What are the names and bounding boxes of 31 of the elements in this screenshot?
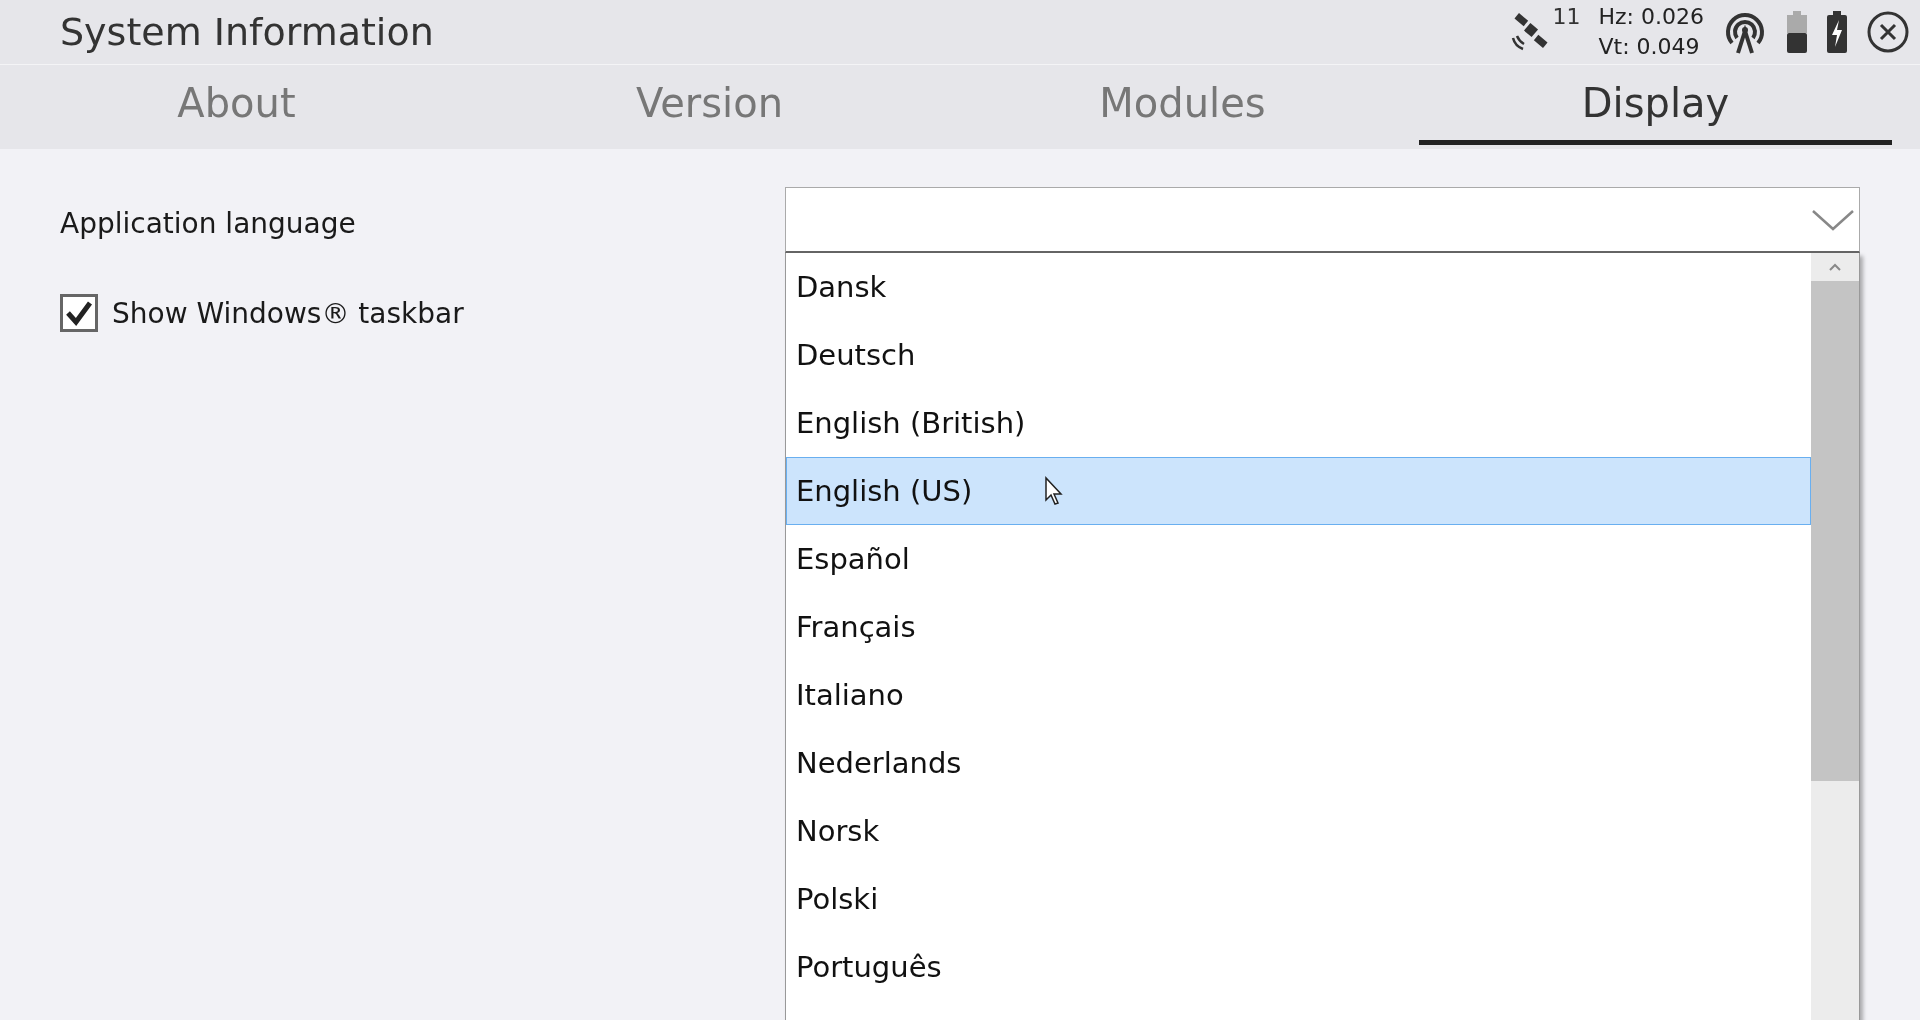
battery-charging-icon <box>1826 11 1848 53</box>
language-label: Application language <box>60 207 357 240</box>
dropdown-option[interactable]: Nederlands <box>786 729 1811 797</box>
satellite-count: 11 <box>1552 4 1581 29</box>
tab[interactable]: About <box>0 65 473 145</box>
dropdown-option[interactable]: Dansk <box>786 253 1811 321</box>
checkbox[interactable] <box>60 294 98 332</box>
checkbox-label: Show Windows® taskbar <box>112 296 464 330</box>
tab[interactable]: Display <box>1419 65 1892 145</box>
checkmark-icon <box>65 300 93 326</box>
scrollbar-thumb[interactable] <box>1811 281 1859 781</box>
dropdown-option[interactable]: Italiano <box>786 661 1811 729</box>
close-icon[interactable] <box>1866 10 1910 54</box>
dropdown-option[interactable]: Español <box>786 525 1811 593</box>
mouse-pointer-icon <box>1044 476 1065 506</box>
dropdown-option[interactable]: English (US) <box>786 457 1811 525</box>
dropdown-option[interactable]: Português <box>786 933 1811 1001</box>
tab[interactable]: Version <box>473 65 946 145</box>
window-title: System Information <box>60 10 435 54</box>
dropdown-option[interactable]: Norsk <box>786 797 1811 865</box>
battery-icon <box>1786 11 1808 53</box>
dropdown-option[interactable]: English (British) <box>786 389 1811 457</box>
hz-reading: Hz: 0.026 <box>1598 3 1704 31</box>
dropdown-option[interactable]: Polski <box>786 865 1811 933</box>
vt-reading: Vt: 0.049 <box>1598 33 1701 61</box>
chevron-down-icon <box>1811 207 1855 232</box>
dropdown-option[interactable]: Français <box>786 593 1811 661</box>
dropdown-option[interactable]: Deutsch <box>786 321 1811 389</box>
scroll-up-icon[interactable] <box>1828 262 1842 272</box>
language-dropdown[interactable] <box>785 187 1860 253</box>
tab[interactable]: Modules <box>946 65 1419 145</box>
